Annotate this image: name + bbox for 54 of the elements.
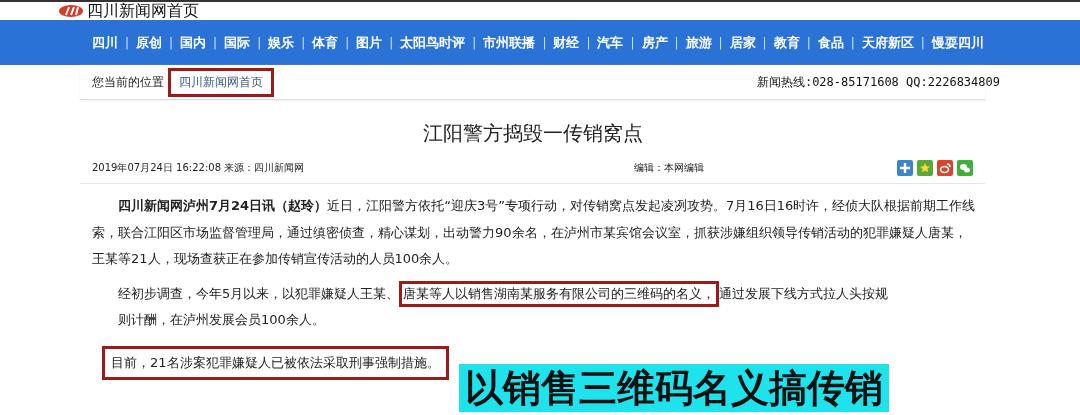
nav-link[interactable]: 天府新区 [861, 33, 914, 52]
nav-link[interactable]: 居家 [729, 33, 756, 52]
editor-info: 编辑：本网编辑 [634, 161, 705, 175]
nav-link[interactable]: 慢耍四川 [931, 33, 984, 52]
publish-info: 2019年07月24日 16:22:08 来源：四川新闻网 [92, 161, 305, 175]
eye-icon[interactable] [937, 160, 953, 176]
nav-separator: | [389, 35, 394, 50]
nav-link[interactable]: 教育 [773, 33, 800, 52]
hotline-text: 新闻热线:028-85171608 QQ:2226834809 [756, 73, 1000, 91]
caption-banner: 以销售三维码名义搞传销 [458, 363, 889, 412]
nav-separator: | [345, 35, 350, 50]
nav-link[interactable]: 房产 [641, 33, 668, 52]
paragraph-text: 则计酬，在泸州发展会员100余人。 [118, 311, 325, 329]
nav-link[interactable]: 娱乐 [268, 33, 295, 52]
paragraph-text: 经初步调查，今年5月以来，以犯罪嫌疑人王某、 [118, 284, 400, 303]
breadcrumb-label: 您当前的位置 [92, 73, 164, 91]
breadcrumb-link[interactable]: 四川新闻网首页 [168, 67, 274, 97]
nav-link[interactable]: 国际 [224, 33, 251, 52]
chat-bubbles-icon[interactable] [957, 160, 973, 176]
nav-separator: | [213, 35, 218, 50]
article-paragraph: 四川新闻网泸州7月24日讯（赵玲）近日，江阳警方依托“迎庆3号”专项行动，对传销窝点发起凌冽攻势。7月16日16时许，经侦大队根据前期工作线索，联合江阳区市场监督管理局，通过缜密侦查，精心谋划，出动警力90余名，在泸州市某宾馆会议室，抓获涉嫌组织领导传销活动的犯罪嫌疑人唐某，王某等21人，现场查获正在参加传销宣传活动的人员100余人。 [92, 197, 977, 268]
nav-separator: | [586, 35, 591, 50]
highlighted-text: 目前，21名涉案犯罪嫌疑人已被依法采取刑事强制措施。 [102, 345, 449, 380]
nav-separator: | [125, 35, 130, 50]
nav-link[interactable]: 汽车 [597, 33, 624, 52]
nav-separator: | [169, 35, 174, 50]
paragraph-text: 通过发展下线方式拉人头按规 [719, 284, 889, 303]
nav-separator: | [762, 35, 767, 50]
nav-separator: | [542, 35, 547, 50]
site-logo-icon [58, 4, 84, 18]
nav-link[interactable]: 国内 [180, 33, 207, 52]
nav-link[interactable]: 旅游 [685, 33, 712, 52]
nav-separator: | [850, 35, 855, 50]
article-title: 江阳警方捣毁一传销窝点 [421, 120, 644, 147]
nav-separator: | [718, 35, 723, 50]
nav-separator: | [630, 35, 635, 50]
nav-link[interactable]: 图片 [356, 33, 383, 52]
nav-separator: | [806, 35, 811, 50]
nav-link[interactable]: 太阳鸟时评 [400, 33, 466, 52]
highlighted-text: 唐某等人以销售湖南某服务有限公司的三维码的名义， [399, 280, 720, 307]
site-title: 四川新闻网首页 [87, 2, 199, 20]
plus-icon[interactable] [897, 160, 913, 176]
nav-separator: | [674, 35, 679, 50]
nav-link[interactable]: 市州联播 [483, 33, 536, 52]
nav-link[interactable]: 财经 [553, 33, 580, 52]
nav-link[interactable]: 食品 [817, 33, 844, 52]
nav-separator: | [301, 35, 306, 50]
nav-separator: | [920, 35, 925, 50]
nav-separator: | [257, 35, 262, 50]
nav-link[interactable]: 体育 [312, 33, 339, 52]
nav-link[interactable]: 四川 [92, 33, 118, 52]
star-icon[interactable] [917, 160, 933, 176]
nav-link[interactable]: 原创 [136, 33, 163, 52]
nav-separator: | [472, 35, 477, 50]
